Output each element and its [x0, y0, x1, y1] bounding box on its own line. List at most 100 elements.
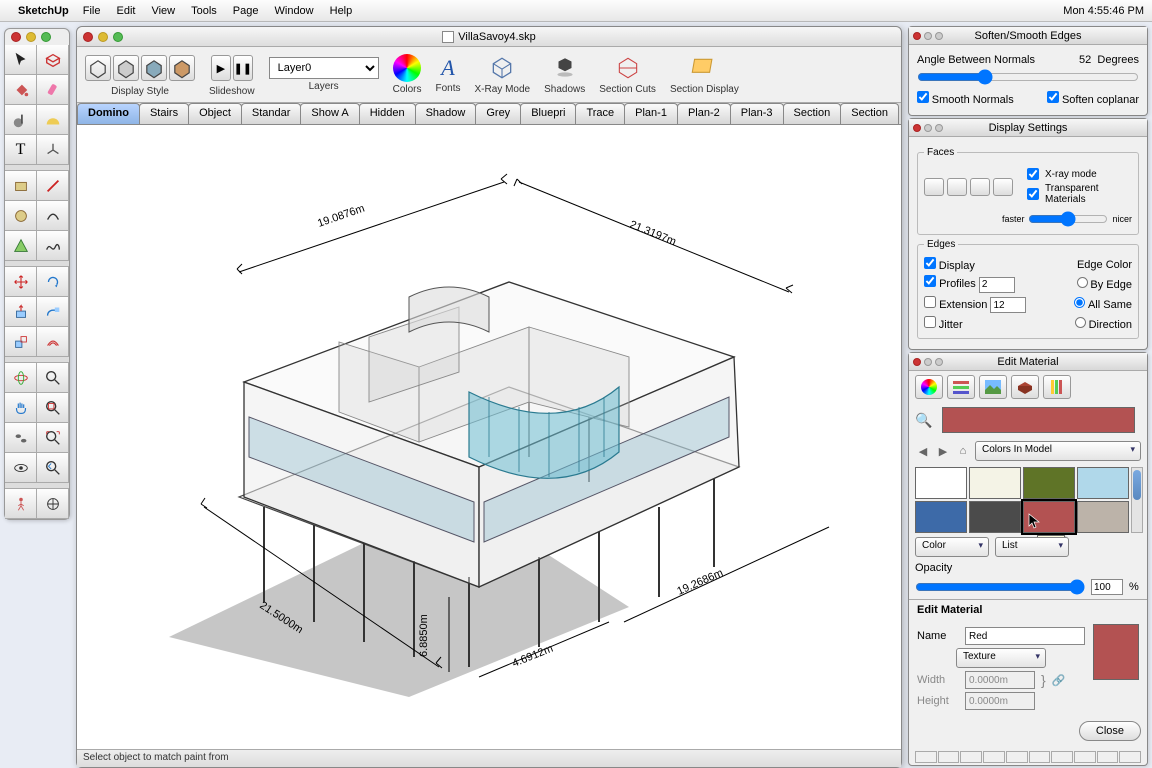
material-tab-image[interactable] — [979, 375, 1007, 399]
text-tool[interactable]: T — [5, 135, 37, 165]
palette-well[interactable] — [1029, 751, 1051, 763]
menu-edit[interactable]: Edit — [116, 5, 135, 17]
move-tool[interactable] — [5, 267, 37, 297]
link-icon[interactable]: 🔗 — [1052, 674, 1066, 687]
tab-domino[interactable]: Domino — [77, 103, 140, 124]
rectangle-tool[interactable] — [5, 171, 37, 201]
nav-home-icon[interactable]: ⌂ — [955, 443, 971, 459]
all-same-radio[interactable] — [1074, 297, 1085, 308]
palette-well[interactable] — [983, 751, 1005, 763]
tab-showa[interactable]: Show A — [300, 103, 359, 124]
swatch[interactable] — [969, 501, 1021, 533]
opacity-slider[interactable] — [915, 579, 1085, 595]
palette-well[interactable] — [960, 751, 982, 763]
jitter-check[interactable] — [924, 316, 936, 328]
fonts-button[interactable]: A — [441, 55, 454, 81]
pushpull-tool[interactable] — [5, 297, 37, 327]
by-edge-radio[interactable] — [1077, 277, 1088, 288]
look-around-tool[interactable] — [5, 453, 37, 483]
angle-slider[interactable] — [917, 69, 1139, 85]
orbit-tool[interactable] — [5, 363, 37, 393]
face-style-3[interactable] — [970, 178, 990, 196]
zoom-window-tool[interactable] — [37, 393, 69, 423]
style-hidden[interactable] — [113, 55, 139, 81]
swatch[interactable] — [1077, 467, 1129, 499]
list-mode-select[interactable]: List — [995, 537, 1069, 557]
freehand-tool[interactable] — [37, 231, 69, 261]
tab-shadow[interactable]: Shadow — [415, 103, 477, 124]
tab-plan2[interactable]: Plan-2 — [677, 103, 731, 124]
style-textured[interactable] — [169, 55, 195, 81]
titlebar[interactable]: VillaSavoy4.skp — [77, 27, 901, 47]
window-controls[interactable] — [83, 32, 123, 42]
tab-bluepri[interactable]: Bluepri — [520, 103, 576, 124]
section-plane-tool[interactable] — [37, 489, 69, 519]
face-style-1[interactable] — [924, 178, 944, 196]
palette-window-controls[interactable] — [5, 29, 69, 45]
circle-tool[interactable] — [5, 201, 37, 231]
material-name-input[interactable] — [965, 627, 1085, 645]
transparent-check[interactable] — [1027, 188, 1039, 200]
swatch[interactable] — [969, 467, 1021, 499]
profiles-check[interactable] — [924, 275, 936, 287]
rotate-tool[interactable] — [37, 267, 69, 297]
3d-viewport[interactable]: 19.0876m 21.3197m 21.5000m 4.6912m 19.26… — [77, 125, 901, 749]
pan-tool[interactable] — [5, 393, 37, 423]
close-button[interactable]: Close — [1079, 721, 1141, 741]
position-camera-tool[interactable] — [5, 489, 37, 519]
swatch[interactable] — [1077, 501, 1129, 533]
protractor-tool[interactable] — [37, 105, 69, 135]
section-display-button[interactable] — [690, 54, 718, 82]
play-button[interactable]: ▶ — [211, 55, 231, 81]
nav-fwd[interactable]: ▶ — [935, 443, 951, 459]
material-tab-wheel[interactable] — [915, 375, 943, 399]
swatch[interactable] — [1023, 467, 1075, 499]
swatch[interactable] — [915, 467, 967, 499]
scale-tool[interactable] — [5, 327, 37, 357]
color-mode-select[interactable]: Color — [915, 537, 989, 557]
extension-check[interactable] — [924, 296, 936, 308]
tab-hidden[interactable]: Hidden — [359, 103, 416, 124]
soften-coplanar-check[interactable] — [1047, 91, 1059, 103]
face-style-2[interactable] — [947, 178, 967, 196]
xray-mode-check[interactable] — [1027, 168, 1039, 180]
paint-bucket-tool[interactable] — [5, 75, 37, 105]
display-edges-check[interactable] — [924, 257, 936, 269]
tab-grey[interactable]: Grey — [475, 103, 521, 124]
arc-tool[interactable] — [37, 201, 69, 231]
eraser-tool[interactable] — [37, 75, 69, 105]
swatch-scrollbar[interactable] — [1131, 467, 1143, 533]
offset-tool[interactable] — [37, 327, 69, 357]
extension-input[interactable] — [990, 297, 1026, 313]
texture-select[interactable]: Texture — [956, 648, 1046, 668]
menu-window[interactable]: Window — [275, 5, 314, 17]
colors-button[interactable] — [393, 54, 421, 82]
tab-section2[interactable]: Section — [840, 103, 899, 124]
shadows-button[interactable] — [551, 54, 579, 82]
tab-standar[interactable]: Standar — [241, 103, 302, 124]
previous-view-tool[interactable] — [37, 453, 69, 483]
collection-select[interactable]: Colors In Model — [975, 441, 1141, 461]
axes-tool[interactable] — [37, 135, 69, 165]
face-style-4[interactable] — [993, 178, 1013, 196]
followme-tool[interactable] — [37, 297, 69, 327]
line-tool[interactable] — [37, 171, 69, 201]
smooth-normals-check[interactable] — [917, 91, 929, 103]
section-cuts-button[interactable] — [614, 54, 642, 82]
pause-button[interactable]: ❚❚ — [233, 55, 253, 81]
direction-radio[interactable] — [1075, 317, 1086, 328]
xray-button[interactable] — [488, 54, 516, 82]
quality-slider[interactable] — [1028, 211, 1108, 227]
tab-section1[interactable]: Section — [783, 103, 842, 124]
menu-tools[interactable]: Tools — [191, 5, 217, 17]
palette-well[interactable] — [1006, 751, 1028, 763]
menu-page[interactable]: Page — [233, 5, 259, 17]
tab-stairs[interactable]: Stairs — [139, 103, 189, 124]
select-tool[interactable] — [5, 45, 37, 75]
polygon-tool[interactable] — [5, 231, 37, 261]
tab-plan1[interactable]: Plan-1 — [624, 103, 678, 124]
palette-well[interactable] — [1119, 751, 1141, 763]
app-name[interactable]: SketchUp — [18, 5, 69, 17]
menu-view[interactable]: View — [151, 5, 175, 17]
palette-well[interactable] — [1097, 751, 1119, 763]
